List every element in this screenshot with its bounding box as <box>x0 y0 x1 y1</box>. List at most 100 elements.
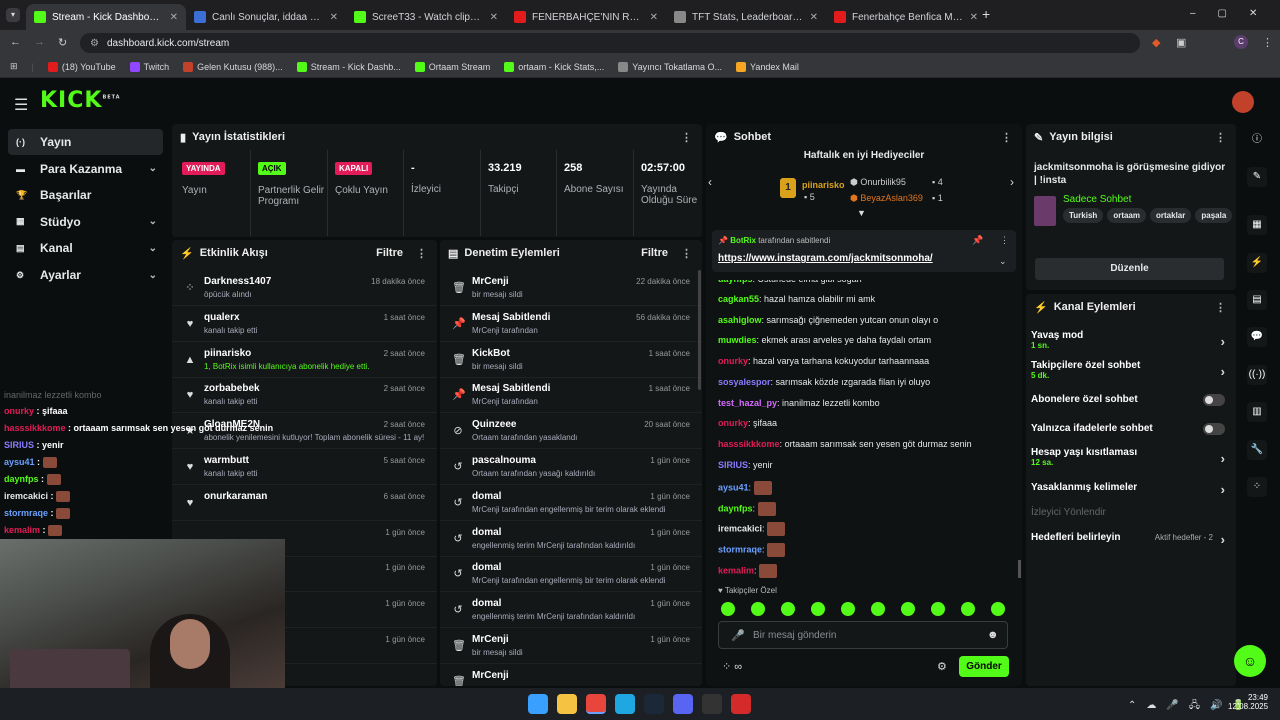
channel-action-row[interactable]: İzleyici Yönlendir <box>1031 507 1231 518</box>
chat-message[interactable]: cagkan55: hazal hamza olabilir mi amk <box>718 294 875 304</box>
sidebar-item-başarılar[interactable]: 🏆 Başarılar <box>8 182 163 208</box>
emoji-icon[interactable]: ☻ <box>987 629 999 641</box>
emote-button[interactable] <box>931 602 945 616</box>
info-menu-icon[interactable]: ⋮ <box>1215 131 1226 144</box>
stats-menu-icon[interactable]: ⋮ <box>681 131 692 144</box>
emote-button[interactable] <box>811 602 825 616</box>
bookmark-item[interactable]: Yandex Mail <box>735 61 799 72</box>
chat-message[interactable]: sosyalespor: sarımsak közde ızgarada fil… <box>718 377 930 387</box>
windows-start-icon[interactable] <box>528 694 548 714</box>
extensions-puzzle-icon[interactable]: ▣ <box>1176 36 1186 49</box>
browser-tab[interactable]: TFT Stats, Leaderboards, League ✕ <box>666 4 826 30</box>
chrome-icon[interactable] <box>586 694 606 714</box>
emote-button[interactable] <box>721 602 735 616</box>
new-tab-button[interactable]: + <box>982 6 990 22</box>
site-info-icon[interactable]: ⚙ <box>90 38 99 49</box>
pinned-expand-icon[interactable]: ⌄ <box>999 256 1007 267</box>
pinned-menu-icon[interactable]: ⋮ <box>1000 235 1009 246</box>
user-avatar[interactable] <box>1232 91 1254 113</box>
forward-icon[interactable]: → <box>34 36 45 48</box>
browser-tab[interactable]: FENERBAHÇE'NİN RAKİBİ | Nic ✕ <box>506 4 666 30</box>
chat-message[interactable]: muwdies: ekmek arası arveles ye daha fay… <box>718 335 931 345</box>
channel-action-row[interactable]: Takipçilere özel sohbet 5 dk. › <box>1031 360 1231 380</box>
toggle-switch[interactable] <box>1203 394 1225 406</box>
info-icon[interactable]: ⓘ <box>1247 130 1267 150</box>
chat-message[interactable]: daynfps: <box>718 502 776 516</box>
pinned-link[interactable]: https://www.instagram.com/jackmitsonmoha… <box>718 253 933 264</box>
chat-message[interactable]: asahiglow: sarımsağı çiğnemeden yutcan o… <box>718 315 938 325</box>
unpin-icon[interactable]: 📌 <box>972 235 983 246</box>
tag-chip[interactable]: Turkish <box>1063 208 1104 223</box>
mic-icon[interactable]: 🎤 <box>731 629 745 642</box>
chat-message[interactable]: iremcakici: <box>718 522 786 536</box>
chat-username[interactable]: onurky <box>718 356 748 366</box>
category-name[interactable]: Sadece Sohbet <box>1063 194 1131 205</box>
chat-username[interactable]: onurky <box>718 418 748 428</box>
emote-button[interactable] <box>901 602 915 616</box>
chat-input[interactable]: 🎤 Bir mesaj gönderin ☻ <box>718 621 1008 649</box>
app-icon[interactable] <box>731 694 751 714</box>
emote-button[interactable] <box>781 602 795 616</box>
browser-tab[interactable]: Fenerbahçe Benfica Maç Özeti ✕ <box>826 4 986 30</box>
emote-button[interactable] <box>841 602 855 616</box>
edit-button[interactable]: Düzenle <box>1035 258 1224 280</box>
chat-menu-icon[interactable]: ⋮ <box>1001 131 1012 144</box>
bookmark-item[interactable]: Ortaam Stream <box>414 61 490 72</box>
clock[interactable]: 23:49 12.08.2025 <box>1228 693 1268 711</box>
moderation-menu-icon[interactable]: ⋮ <box>681 247 692 260</box>
edge-icon[interactable] <box>615 694 635 714</box>
chat-username[interactable]: stormraqe <box>718 544 762 554</box>
chat-message[interactable]: SIRIUS: yenir <box>718 460 773 470</box>
category-thumbnail[interactable] <box>1034 196 1056 226</box>
hamburger-menu-icon[interactable]: ☰ <box>14 95 28 115</box>
document-icon[interactable]: ▤ <box>1247 290 1267 310</box>
chat-message[interactable]: hasssikkkome: ortaaam sarımsak sen yesen… <box>718 439 972 449</box>
tag-chip[interactable]: ortaklar <box>1150 208 1192 223</box>
chat-username[interactable]: test_hazal_py <box>718 398 777 408</box>
activity-menu-icon[interactable]: ⋮ <box>416 247 427 260</box>
tag-chip[interactable]: paşala <box>1195 208 1233 223</box>
chat-username[interactable]: daynfps <box>718 503 753 513</box>
sidebar-item-ayarlar[interactable]: ⚙ Ayarlar ⌄ <box>8 262 163 288</box>
chat-username[interactable]: muwdies <box>718 335 757 345</box>
emote-button[interactable] <box>751 602 765 616</box>
tab-close-icon[interactable]: ✕ <box>330 12 338 23</box>
tab-close-icon[interactable]: ✕ <box>810 12 818 23</box>
wrench-icon[interactable]: 🔧 <box>1247 440 1267 460</box>
chat-message[interactable]: kemalim: <box>718 564 778 578</box>
channel-action-row[interactable]: Yalnızca ifadelerle sohbet <box>1031 423 1231 435</box>
omnibox[interactable]: ⚙ dashboard.kick.com/stream <box>80 33 1140 53</box>
toggle-switch[interactable] <box>1203 423 1225 435</box>
bookmark-item[interactable]: ortaam - Kick Stats,... <box>504 61 604 72</box>
chat-username[interactable]: aysu41 <box>718 482 749 492</box>
panel-icon[interactable]: ▥ <box>1247 402 1267 422</box>
tab-close-icon[interactable]: ✕ <box>490 12 498 23</box>
layout-icon[interactable]: ▦ <box>1247 215 1267 235</box>
tab-close-icon[interactable]: ✕ <box>650 12 658 23</box>
emote-button[interactable] <box>961 602 975 616</box>
chat-username[interactable]: cagkan55 <box>718 294 759 304</box>
channel-action-row[interactable]: Yasaklanmış kelimeler › <box>1031 482 1231 497</box>
window-controls[interactable]: –▢✕ <box>1190 8 1279 19</box>
activity-filter-button[interactable]: Filtre <box>376 247 403 259</box>
sidebar-item-para-kazanma[interactable]: ▬ Para Kazanma ⌄ <box>8 156 163 182</box>
chat-username[interactable]: sosyalespor <box>718 377 771 387</box>
channel-actions-menu-icon[interactable]: ⋮ <box>1215 301 1226 314</box>
broadcast-icon[interactable]: ((·)) <box>1247 365 1267 385</box>
chat-username[interactable]: iremcakici <box>718 523 762 533</box>
channel-action-row[interactable]: Hesap yaşı kısıtlaması 12 sa. › <box>1031 447 1231 467</box>
chat-message[interactable]: test_hazal_py: inanilmaz lezzetli kombo <box>718 398 880 408</box>
emote-button[interactable] <box>871 602 885 616</box>
moderation-filter-button[interactable]: Filtre <box>641 247 668 259</box>
bookmark-item[interactable]: Gelen Kutusu (988)... <box>183 61 283 72</box>
chat-message[interactable]: aysu41: <box>718 481 772 495</box>
extension-icon[interactable]: ◆ <box>1152 36 1160 49</box>
send-button[interactable]: Gönder <box>959 656 1009 677</box>
profile-avatar[interactable]: C <box>1234 35 1248 49</box>
reload-icon[interactable]: ↻ <box>58 36 67 49</box>
chat-message[interactable]: onurky: şifaaa <box>718 418 777 428</box>
gifters-prev-icon[interactable]: ‹ <box>708 175 712 189</box>
kick-logo[interactable]: KICKBETA <box>40 88 121 113</box>
chat-icon[interactable]: 💬 <box>1247 327 1267 347</box>
edit-icon[interactable]: ✎ <box>1247 167 1267 187</box>
